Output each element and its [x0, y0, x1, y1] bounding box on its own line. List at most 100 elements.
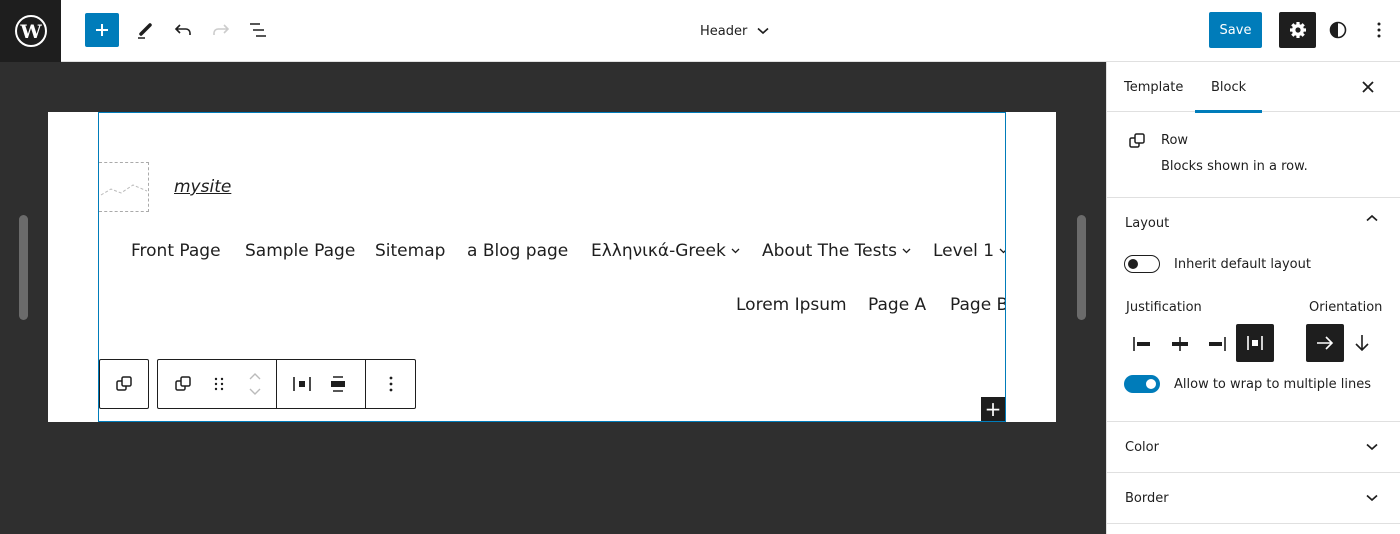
- color-panel-toggle[interactable]: Color: [1107, 422, 1400, 472]
- nav-item-page-b[interactable]: Page B: [950, 295, 1005, 315]
- panel-title: Layout: [1125, 215, 1170, 231]
- orientation-vertical-button[interactable]: [1344, 325, 1380, 361]
- chevron-down-icon: [1366, 494, 1378, 502]
- tab-label: Block: [1211, 79, 1247, 95]
- gear-icon: [1289, 22, 1306, 38]
- justification-button[interactable]: [284, 360, 320, 408]
- wordpress-icon: W: [14, 15, 47, 47]
- move-up-down-buttons[interactable]: [237, 360, 273, 408]
- canvas-scrollbar-left[interactable]: [19, 215, 28, 320]
- site-title[interactable]: mysite: [174, 177, 231, 197]
- redo-icon: [213, 24, 230, 35]
- styles-button[interactable]: [1321, 13, 1355, 47]
- nav-label: Page B: [950, 295, 1005, 315]
- redo-button[interactable]: [204, 13, 238, 47]
- plus-icon: +: [984, 397, 1002, 421]
- chevron-down-icon: [902, 248, 911, 254]
- arrow-down-icon: [1355, 335, 1369, 352]
- select-parent-button[interactable]: [99, 359, 149, 409]
- nav-item-sample-page[interactable]: Sample Page: [245, 241, 355, 261]
- nav-label: Lorem Ipsum: [736, 295, 847, 315]
- chevron-down-icon: [999, 248, 1005, 254]
- save-button[interactable]: Save: [1209, 12, 1262, 48]
- tab-label: Template: [1124, 79, 1184, 95]
- block-title: Row: [1161, 133, 1189, 148]
- sidebar-tabs: Template Block: [1107, 62, 1400, 113]
- nav-item-front-page[interactable]: Front Page: [131, 241, 221, 261]
- vertical-alignment-button[interactable]: [320, 360, 356, 408]
- border-panel: Border: [1107, 473, 1400, 524]
- justify-right-button[interactable]: [1199, 326, 1235, 362]
- inserter-button[interactable]: [85, 13, 119, 47]
- wordpress-logo[interactable]: W: [0, 0, 61, 62]
- tab-block[interactable]: Block: [1194, 62, 1263, 113]
- justify-center-icon: [1172, 337, 1188, 351]
- nav-item-sitemap[interactable]: Sitemap: [375, 241, 445, 261]
- close-sidebar-button[interactable]: [1356, 75, 1380, 99]
- svg-text:W: W: [19, 21, 42, 43]
- nav-label: Ελληνικά-Greek: [591, 241, 726, 261]
- justify-left-button[interactable]: [1124, 326, 1160, 362]
- image-placeholder-icon: [100, 184, 148, 196]
- orientation-label: Orientation: [1309, 300, 1383, 315]
- orientation-horizontal-button[interactable]: [1306, 324, 1344, 362]
- settings-button[interactable]: [1279, 12, 1316, 48]
- layout-panel-toggle[interactable]: Layout: [1107, 198, 1400, 248]
- nav-label: Level 1: [933, 241, 995, 261]
- nav-item-lorem-ipsum[interactable]: Lorem Ipsum: [736, 295, 847, 315]
- toolbar-group-layout: [277, 360, 366, 408]
- toggle-knob: [1128, 258, 1138, 269]
- chevron-up-icon: [1366, 214, 1378, 222]
- nav-label: Sitemap: [375, 241, 446, 261]
- chevron-down-icon: [731, 248, 740, 254]
- nav-label: a Blog page: [467, 241, 569, 261]
- document-title[interactable]: Header: [700, 18, 769, 44]
- block-description: Blocks shown in a row.: [1161, 159, 1308, 174]
- site-logo-placeholder[interactable]: [99, 162, 149, 212]
- chevron-down-icon: [1366, 443, 1378, 451]
- nav-item-page-a[interactable]: Page A: [868, 295, 926, 315]
- options-button[interactable]: [1362, 13, 1396, 47]
- border-panel-toggle[interactable]: Border: [1107, 473, 1400, 523]
- row-icon: [1129, 133, 1145, 148]
- block-type-button[interactable]: [165, 360, 201, 408]
- justify-center-button[interactable]: [1162, 326, 1198, 362]
- vertical-align-icon: [331, 376, 345, 392]
- wrap-lines-label: Allow to wrap to multiple lines: [1174, 377, 1371, 392]
- justify-space-between-icon: [1247, 336, 1263, 350]
- half-circle-icon: [1329, 21, 1347, 39]
- move-up-down-icon: [249, 373, 261, 395]
- row-icon: [175, 376, 191, 391]
- toggle-knob: [1146, 379, 1156, 389]
- panel-title: Border: [1125, 490, 1169, 506]
- list-view-button[interactable]: [241, 13, 275, 47]
- nav-overflow-clip: Level 1: [930, 230, 1005, 270]
- justify-space-between-button[interactable]: [1236, 324, 1274, 362]
- more-vertical-icon: [1377, 22, 1381, 38]
- block-toolbar: [157, 359, 416, 409]
- tab-template[interactable]: Template: [1124, 62, 1183, 112]
- justify-left-icon: [1133, 337, 1150, 351]
- nav-label: Page A: [868, 295, 927, 315]
- nav-item-about-the-tests[interactable]: About The Tests: [762, 241, 911, 261]
- drag-handle[interactable]: [201, 360, 237, 408]
- block-appender-button[interactable]: +: [981, 397, 1005, 421]
- toolbar-group-block: [158, 360, 277, 408]
- inherit-layout-toggle[interactable]: [1124, 255, 1160, 273]
- list-view-icon: [250, 23, 266, 37]
- settings-sidebar: Template Block Row Blocks shown in a row…: [1106, 62, 1400, 534]
- more-vertical-icon: [389, 376, 392, 392]
- nav-item-greek[interactable]: Ελληνικά-Greek: [591, 241, 740, 261]
- editor-header: W Header Save: [0, 0, 1400, 62]
- justify-space-between-icon: [293, 377, 311, 391]
- nav-item-blog-page[interactable]: a Blog page: [467, 241, 568, 261]
- tools-button[interactable]: [128, 13, 162, 47]
- block-card: Row Blocks shown in a row.: [1107, 112, 1400, 198]
- undo-button[interactable]: [166, 13, 200, 47]
- canvas-scrollbar-right[interactable]: [1077, 215, 1086, 320]
- wrap-lines-toggle[interactable]: [1124, 375, 1160, 393]
- nav-label: Sample Page: [245, 241, 356, 261]
- drag-handle-icon: [214, 377, 224, 391]
- block-options-button[interactable]: [373, 360, 409, 408]
- nav-item-level-1[interactable]: Level 1: [933, 241, 1005, 261]
